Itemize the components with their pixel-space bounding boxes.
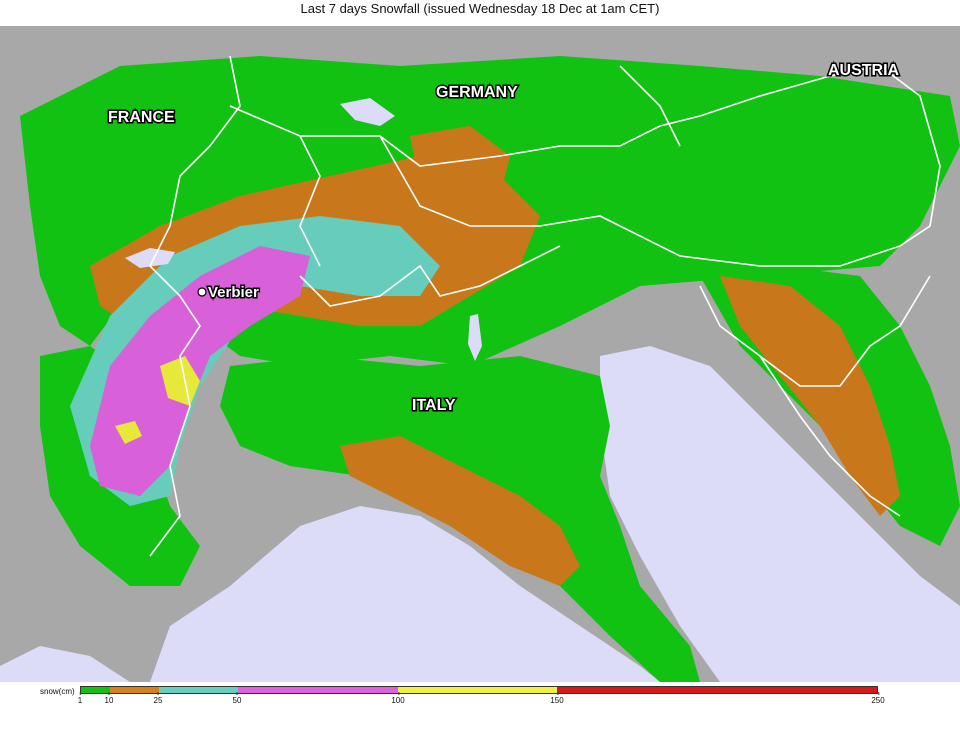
label-germany: GERMANY (436, 84, 518, 101)
legend-segment (237, 687, 399, 693)
label-verbier: Verbier (208, 284, 259, 301)
legend-unit-label: snow(cm) (40, 687, 75, 696)
label-austria: AUSTRIA (828, 62, 900, 79)
map-title: Last 7 days Snowfall (issued Wednesday 1… (300, 1, 660, 16)
legend-tick-label: 50 (232, 692, 242, 705)
legend-tick-label: 250 (871, 692, 885, 705)
legend-tick-label: 10 (104, 692, 114, 705)
legend-tick-label: 100 (391, 692, 405, 705)
map-canvas: FRANCE GERMANY AUSTRIA ITALY Verbier (0, 26, 960, 682)
snowfall-map: FRANCE GERMANY AUSTRIA ITALY Verbier (0, 26, 960, 682)
legend-tick-label: 25 (153, 692, 163, 705)
legend-tick-label: 1 (77, 692, 83, 705)
legend-segment (109, 687, 159, 693)
legend-segment (556, 687, 877, 693)
legend-segment (398, 687, 557, 693)
legend-tick-label: 150 (550, 692, 564, 705)
label-france: FRANCE (108, 109, 175, 126)
snow-legend: snow(cm) 1 10 25 50 100 150 250 (0, 682, 960, 736)
label-italy: ITALY (412, 397, 456, 414)
verbier-marker-icon (197, 287, 207, 297)
legend-segment (81, 687, 110, 693)
legend-color-bar (80, 686, 878, 694)
legend-segment (158, 687, 238, 693)
